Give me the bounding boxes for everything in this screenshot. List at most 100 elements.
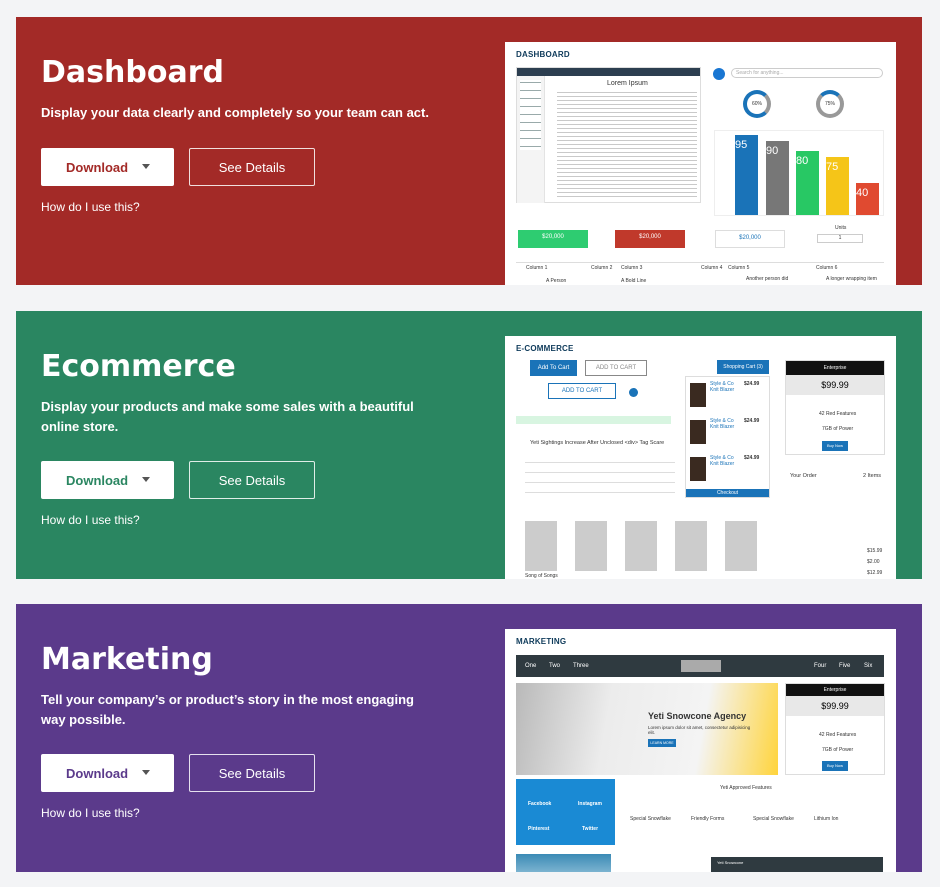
column-header[interactable]: Column 2 xyxy=(591,265,612,271)
buy-now-button[interactable]: Buy Now xyxy=(822,441,848,451)
product-name[interactable]: Style & Co Knit Blazer xyxy=(710,418,740,430)
bar-chart: 95 90 80 75 40 xyxy=(714,130,884,216)
product-price: $24.99 xyxy=(744,381,760,387)
nav-search[interactable] xyxy=(681,660,721,672)
subtotal-value: $15.99 xyxy=(867,548,883,554)
nav-item[interactable]: Four xyxy=(814,663,826,669)
hero-image: Yeti Snowcone Agency Lorem ipsum dolor s… xyxy=(516,683,778,775)
how-to-link[interactable]: How do I use this? xyxy=(41,806,140,820)
article-headline: Yeti Sightings Increase After Unclosed <… xyxy=(530,440,665,446)
plan-price: $99.99 xyxy=(786,696,884,716)
card-description: Display your products and make some sale… xyxy=(41,399,414,434)
product-name[interactable]: Style & Co Knit Blazer xyxy=(710,381,740,393)
stat-box: $20,000 xyxy=(615,230,685,248)
total-value: $12.99 xyxy=(867,570,883,576)
nav-item[interactable]: Six xyxy=(864,663,872,669)
stat-value: $20,000 xyxy=(542,234,564,240)
add-to-cart-icon-button[interactable]: ADD TO CART xyxy=(548,383,616,399)
twitter-link[interactable]: Twitter xyxy=(582,826,598,832)
nav-item[interactable]: Two xyxy=(549,663,560,669)
shopping-cart-button[interactable]: Shopping Cart (3) xyxy=(717,360,769,374)
chevron-down-icon[interactable] xyxy=(142,770,150,775)
card-title: Ecommerce xyxy=(41,349,236,384)
see-details-button[interactable]: See Details xyxy=(189,461,315,499)
footer-brand: Yeti Snowcone xyxy=(717,860,744,865)
download-button[interactable]: Download xyxy=(41,754,174,792)
social-panel: Facebook Instagram Pinterest Twitter xyxy=(516,779,615,845)
chevron-down-icon[interactable] xyxy=(142,477,150,482)
download-button[interactable]: Download xyxy=(41,148,174,186)
card-title: Dashboard xyxy=(41,55,224,90)
how-to-link[interactable]: How do I use this? xyxy=(41,513,140,527)
bar: 40 xyxy=(856,183,879,215)
column-header[interactable]: Column 6 xyxy=(816,265,837,271)
document-title: Lorem Ipsum xyxy=(607,80,648,87)
plan-name: Enterprise xyxy=(786,361,884,375)
pricing-card: Enterprise $99.99 42 Red Features 7GB of… xyxy=(785,683,885,775)
preview-title: DASHBOARD xyxy=(516,50,570,59)
nav-item[interactable]: One xyxy=(525,663,536,669)
bar: 90 xyxy=(766,141,789,215)
card-title: Marketing xyxy=(41,642,213,677)
footer-bar: Yeti Snowcone xyxy=(711,857,883,872)
bar-value: 95 xyxy=(735,139,748,151)
pricing-card: Enterprise $99.99 42 Red Features 7GB of… xyxy=(785,360,885,455)
progress-value: 75% xyxy=(825,101,836,107)
features-title: Yeti Approved Features xyxy=(720,785,772,791)
nav-item[interactable]: Five xyxy=(839,663,850,669)
column-header[interactable]: Column 4 xyxy=(701,265,722,271)
hero-subtitle: Lorem ipsum dolor sit amet, consectetur … xyxy=(648,725,751,735)
feature-grid xyxy=(525,458,675,498)
product-name[interactable]: Style & Co Knit Blazer xyxy=(710,455,740,467)
table-cell: Another person did xyxy=(746,276,789,282)
add-to-cart-outline-button[interactable]: ADD TO CART xyxy=(585,360,647,376)
instagram-link[interactable]: Instagram xyxy=(578,801,602,807)
bar-value: 40 xyxy=(856,187,869,199)
product-price: $24.99 xyxy=(744,455,760,461)
checkout-button[interactable]: Checkout xyxy=(686,489,769,497)
table-cell: A Person xyxy=(546,278,567,284)
marketing-card: Marketing Tell your company’s or product… xyxy=(16,604,922,872)
order-title: Your Order xyxy=(790,473,817,479)
ecommerce-preview: E-COMMERCE Add To Cart ADD TO CART ADD T… xyxy=(505,336,896,579)
buy-now-button[interactable]: Buy Now xyxy=(822,761,848,771)
add-to-cart-button[interactable]: Add To Cart xyxy=(530,360,577,376)
bar-value: 90 xyxy=(766,145,779,157)
feature-label: Special Snowflake xyxy=(753,816,794,822)
product-price: $24.99 xyxy=(744,418,760,424)
document-panel: Lorem Ipsum xyxy=(516,67,701,203)
facebook-link[interactable]: Facebook xyxy=(528,801,551,807)
feature-label: Lithium Ion xyxy=(814,816,839,822)
stat-box: $20,000 xyxy=(518,230,588,248)
marketing-preview: MARKETING One Two Three Four Five Six Ye… xyxy=(505,629,896,872)
how-to-link[interactable]: How do I use this? xyxy=(41,200,140,214)
search-input[interactable]: Search for anything... xyxy=(731,68,883,78)
preview-title: MARKETING xyxy=(516,637,567,646)
learn-more-button[interactable]: LEARN MORE xyxy=(648,739,676,747)
bar: 95 xyxy=(735,135,758,215)
column-header[interactable]: Column 3 xyxy=(621,265,642,271)
download-label: Download xyxy=(66,159,129,175)
plan-name: Enterprise xyxy=(786,684,884,696)
download-label: Download xyxy=(66,765,129,781)
units-stepper[interactable]: 1 xyxy=(817,234,863,243)
bar: 80 xyxy=(796,151,819,215)
see-details-button[interactable]: See Details xyxy=(189,754,315,792)
see-details-button[interactable]: See Details xyxy=(189,148,315,186)
bar-value: 80 xyxy=(796,155,809,167)
cart-dropdown: Style & Co Knit Blazer $24.99 Style & Co… xyxy=(685,376,770,498)
chevron-down-icon[interactable] xyxy=(142,164,150,169)
stat-box: $20,000 xyxy=(715,230,785,248)
pinterest-link[interactable]: Pinterest xyxy=(528,826,549,832)
ecommerce-card: Ecommerce Display your products and make… xyxy=(16,311,922,579)
search-icon[interactable] xyxy=(713,68,725,80)
data-table: Column 1 Column 2 Column 3 Column 4 Colu… xyxy=(516,262,884,285)
nav-item[interactable]: Three xyxy=(573,663,589,669)
download-button[interactable]: Download xyxy=(41,461,174,499)
column-header[interactable]: Column 1 xyxy=(526,265,547,271)
column-header[interactable]: Column 5 xyxy=(728,265,749,271)
progress-value: 60% xyxy=(752,101,763,107)
cart-icon[interactable] xyxy=(629,388,638,397)
product-thumb xyxy=(690,420,706,444)
card-description: Display your data clearly and completely… xyxy=(41,105,429,120)
